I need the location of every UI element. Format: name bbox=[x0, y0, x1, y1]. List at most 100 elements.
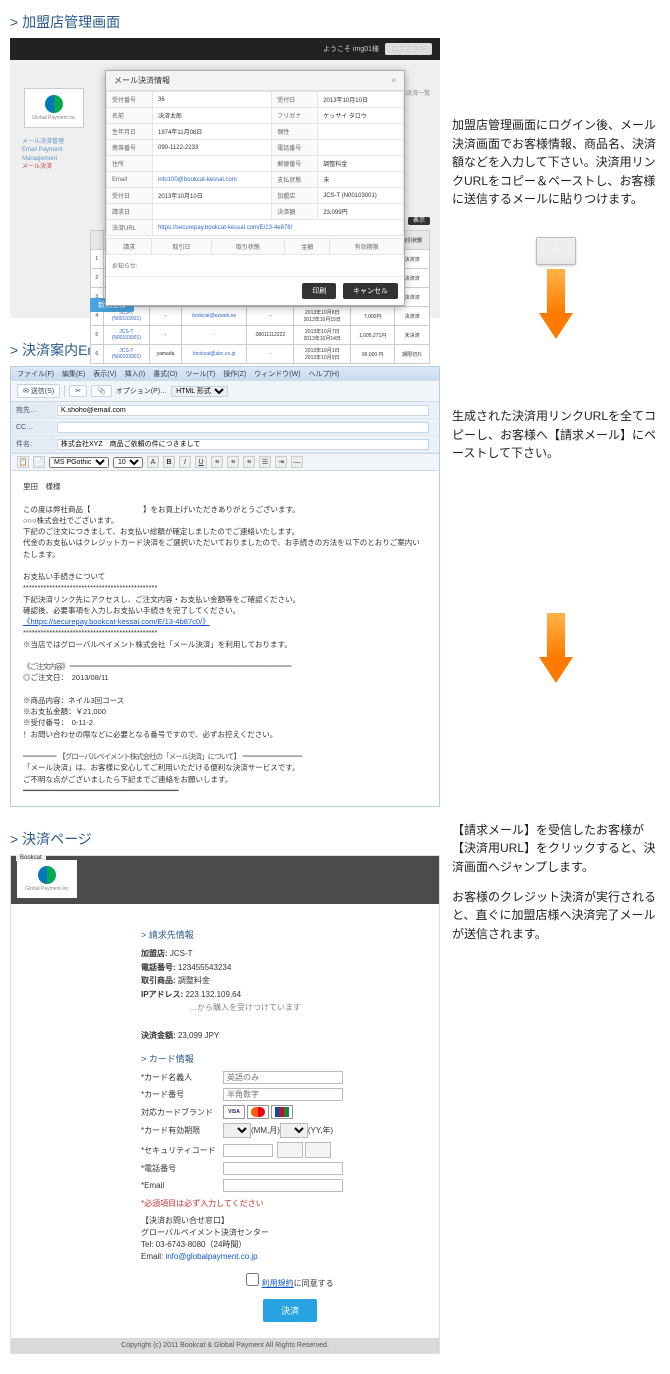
caption-3b: お客様のクレジット決済が実行されると、直ぐに加盟店様へ決済完了メールが送信されま… bbox=[452, 888, 660, 944]
list-icon[interactable]: ☰ bbox=[259, 456, 271, 468]
menu-item[interactable]: 挿入(I) bbox=[125, 371, 146, 378]
billing-header: > 請求先情報 bbox=[141, 928, 439, 941]
modal-note-label: お知らせ: bbox=[106, 255, 404, 276]
to-input[interactable] bbox=[57, 405, 429, 416]
tel-label: 電話番号: bbox=[141, 963, 176, 972]
payment-modal: メール決済情報 × 受付番号36受付日2013年10月10日名前決済太郎フリガナ… bbox=[105, 70, 405, 306]
ip-note: …から購入を受けつけています bbox=[141, 1001, 439, 1015]
email-line: ※受付番号： 0-11-2 bbox=[23, 717, 427, 728]
caption-2: 生成された決済用リンクURLを全てコピーし、お客様へ【請求メール】にペーストして… bbox=[452, 407, 660, 463]
menu-item[interactable]: 書式(O) bbox=[153, 371, 177, 378]
color-icon[interactable]: A bbox=[147, 456, 159, 468]
email-line: ※お支払金額：￥21,000 bbox=[23, 706, 427, 717]
expiry-month-select[interactable] bbox=[223, 1123, 251, 1138]
logo-icon bbox=[45, 95, 63, 113]
email-line: 下記のご注文につきまして、お支払い総額が確定しましたのでご連絡いたします。 bbox=[23, 526, 427, 537]
attach-icon[interactable]: 📎 bbox=[91, 385, 112, 397]
underline-icon[interactable]: U bbox=[195, 456, 207, 468]
agree-text: に同意する bbox=[294, 1279, 334, 1288]
email-divider: ****************************************… bbox=[23, 627, 427, 638]
email-divider: ****************************************… bbox=[23, 582, 427, 593]
contact-email-link[interactable]: info@globalpayment.co.jp bbox=[165, 1252, 257, 1261]
menu-item[interactable]: ウィンドウ(W) bbox=[254, 371, 300, 378]
align-right-icon[interactable]: ≡ bbox=[243, 456, 255, 468]
format-select[interactable]: HTML 形式 bbox=[171, 386, 228, 397]
logout-button[interactable]: ログアウト bbox=[385, 43, 432, 55]
sidebar-item[interactable]: メール決済 bbox=[22, 163, 88, 171]
expiry-label: *カード有効期限 bbox=[141, 1125, 223, 1136]
card-header: > カード情報 bbox=[141, 1052, 439, 1065]
options-button[interactable]: オプション(P)… bbox=[116, 386, 167, 396]
filter-button[interactable]: 表示 bbox=[408, 217, 430, 225]
cut-icon[interactable]: ✂ bbox=[69, 385, 87, 397]
menu-item[interactable]: 操作(Z) bbox=[223, 371, 246, 378]
cc-input[interactable] bbox=[57, 422, 429, 433]
amount-label: 決済金額: bbox=[141, 1031, 176, 1040]
fontsize-select[interactable]: 10 bbox=[113, 457, 143, 468]
cvv-hint-icon bbox=[305, 1142, 331, 1158]
sidebar-item[interactable]: Management bbox=[22, 155, 88, 163]
email-line: 下記決済リンク先にアクセスし、ご注文内容・お支払い金額等をご確認ください。 bbox=[23, 594, 427, 605]
sidebar-item[interactable]: Email Payment bbox=[22, 146, 88, 154]
expiry-month-hint: (MM,月) bbox=[251, 1125, 280, 1136]
caption-3a: 【請求メール】を受信したお客様が【決済用URL】をクリックすると、決済画面へジャ… bbox=[452, 821, 660, 877]
cardno-input[interactable] bbox=[223, 1088, 343, 1101]
email-line: ◎ご注文日： 2013/08/11 bbox=[23, 672, 427, 683]
bold-icon[interactable]: B bbox=[163, 456, 175, 468]
table-row[interactable]: 5JCS-T(N00103001)--080111122222013年10月7日… bbox=[91, 326, 430, 345]
sidebar-item[interactable]: メール決済管理 bbox=[22, 138, 88, 146]
menu-item[interactable]: ヘルプ(H) bbox=[309, 371, 340, 378]
cardname-input[interactable] bbox=[223, 1071, 343, 1084]
arrow-down-icon bbox=[539, 613, 573, 683]
table-header bbox=[91, 231, 104, 250]
email-client-screenshot: ファイル(F) 編集(E) 表示(V) 挿入(I) 書式(O) ツール(T) 操作(Z) ウィ… bbox=[10, 366, 440, 807]
agree-checkbox[interactable] bbox=[246, 1273, 259, 1286]
arrow-down-icon bbox=[539, 269, 573, 339]
email-body[interactable]: 里田 様様 この度は弊社商品【 】をお買上げいただきありがとうございます。 ○○… bbox=[11, 471, 439, 806]
item-value: 調整料金 bbox=[178, 976, 210, 985]
ip-value: 223.132.109.64 bbox=[185, 990, 241, 999]
ip-label: IPアドレス: bbox=[141, 990, 183, 999]
align-center-icon[interactable]: ≡ bbox=[227, 456, 239, 468]
email-line: 「メール決済」は、お客様に安心してご利用いただける便利な決済サービスです。 bbox=[23, 762, 427, 773]
terms-link[interactable]: 利用規約 bbox=[262, 1279, 294, 1288]
menu-item[interactable]: 表示(V) bbox=[93, 371, 116, 378]
italic-icon[interactable]: I bbox=[179, 456, 191, 468]
expiry-year-hint: (YY,年) bbox=[308, 1125, 333, 1136]
table-row[interactable]: 4JCS-T(N00103001)-bookcat@ezweb.ne-2013年… bbox=[91, 307, 430, 326]
payment-url-link[interactable]: 《https://securepay.bookcat-kessai.com/E/… bbox=[23, 616, 427, 627]
cvv-label: *セキュリティコード bbox=[141, 1145, 223, 1156]
paste-icon[interactable]: 📄 bbox=[33, 456, 45, 468]
hr-icon[interactable]: — bbox=[291, 456, 303, 468]
email-input[interactable] bbox=[223, 1179, 343, 1192]
menu-item[interactable]: 編集(E) bbox=[62, 371, 85, 378]
to-label[interactable]: 宛先… bbox=[11, 402, 55, 418]
cvv-input[interactable] bbox=[223, 1144, 273, 1157]
close-icon[interactable]: × bbox=[391, 76, 396, 85]
cancel-button[interactable]: キャンセル bbox=[343, 283, 398, 299]
store-value: JCS-T bbox=[170, 949, 193, 958]
expiry-year-select[interactable] bbox=[280, 1123, 308, 1138]
table-row[interactable]: 6JCS-T(N00103001)yamadabookcat@abc.co.jp… bbox=[91, 345, 430, 364]
contact-email-label: Email: bbox=[141, 1252, 165, 1261]
indent-icon[interactable]: ⇥ bbox=[275, 456, 287, 468]
cc-label[interactable]: CC… bbox=[11, 421, 55, 434]
submit-button[interactable]: 決済 bbox=[263, 1299, 317, 1322]
email-dash: ━━━━━━━━━━━━━━━━━━━━━━━━━━━━━━━━━━━━━━━━… bbox=[23, 785, 427, 796]
menu-item[interactable]: ファイル(F) bbox=[17, 371, 54, 378]
email-line: ※当店ではグローバルペイメント株式会社「メール決済」を利用しております。 bbox=[23, 639, 427, 650]
email-label: *Email bbox=[141, 1181, 223, 1190]
menu-item[interactable]: ツール(T) bbox=[185, 371, 215, 378]
subject-input[interactable] bbox=[57, 439, 429, 450]
email-dash: 《ご注文内容》 ━━━━━━━━━━━━━━━━━━━━━━━━━━━━━━━━… bbox=[23, 661, 427, 672]
copy-icon[interactable]: 📋 bbox=[17, 456, 29, 468]
mastercard-icon bbox=[247, 1105, 269, 1119]
font-select[interactable]: MS PGothic bbox=[49, 457, 109, 468]
cvv-hint-icon bbox=[277, 1142, 303, 1158]
email-line: この度は弊社商品【 】をお買上げいただきありがとうございます。 bbox=[23, 504, 427, 515]
phone-input[interactable] bbox=[223, 1162, 343, 1175]
email-line: 代金のお支払いはクレジットカード決済をご選択いただいておりましたので、お手続きの… bbox=[23, 537, 427, 560]
align-left-icon[interactable]: ≡ bbox=[211, 456, 223, 468]
send-button[interactable]: ✉ 送信(S) bbox=[17, 384, 60, 398]
print-button[interactable]: 印刷 bbox=[302, 283, 336, 299]
